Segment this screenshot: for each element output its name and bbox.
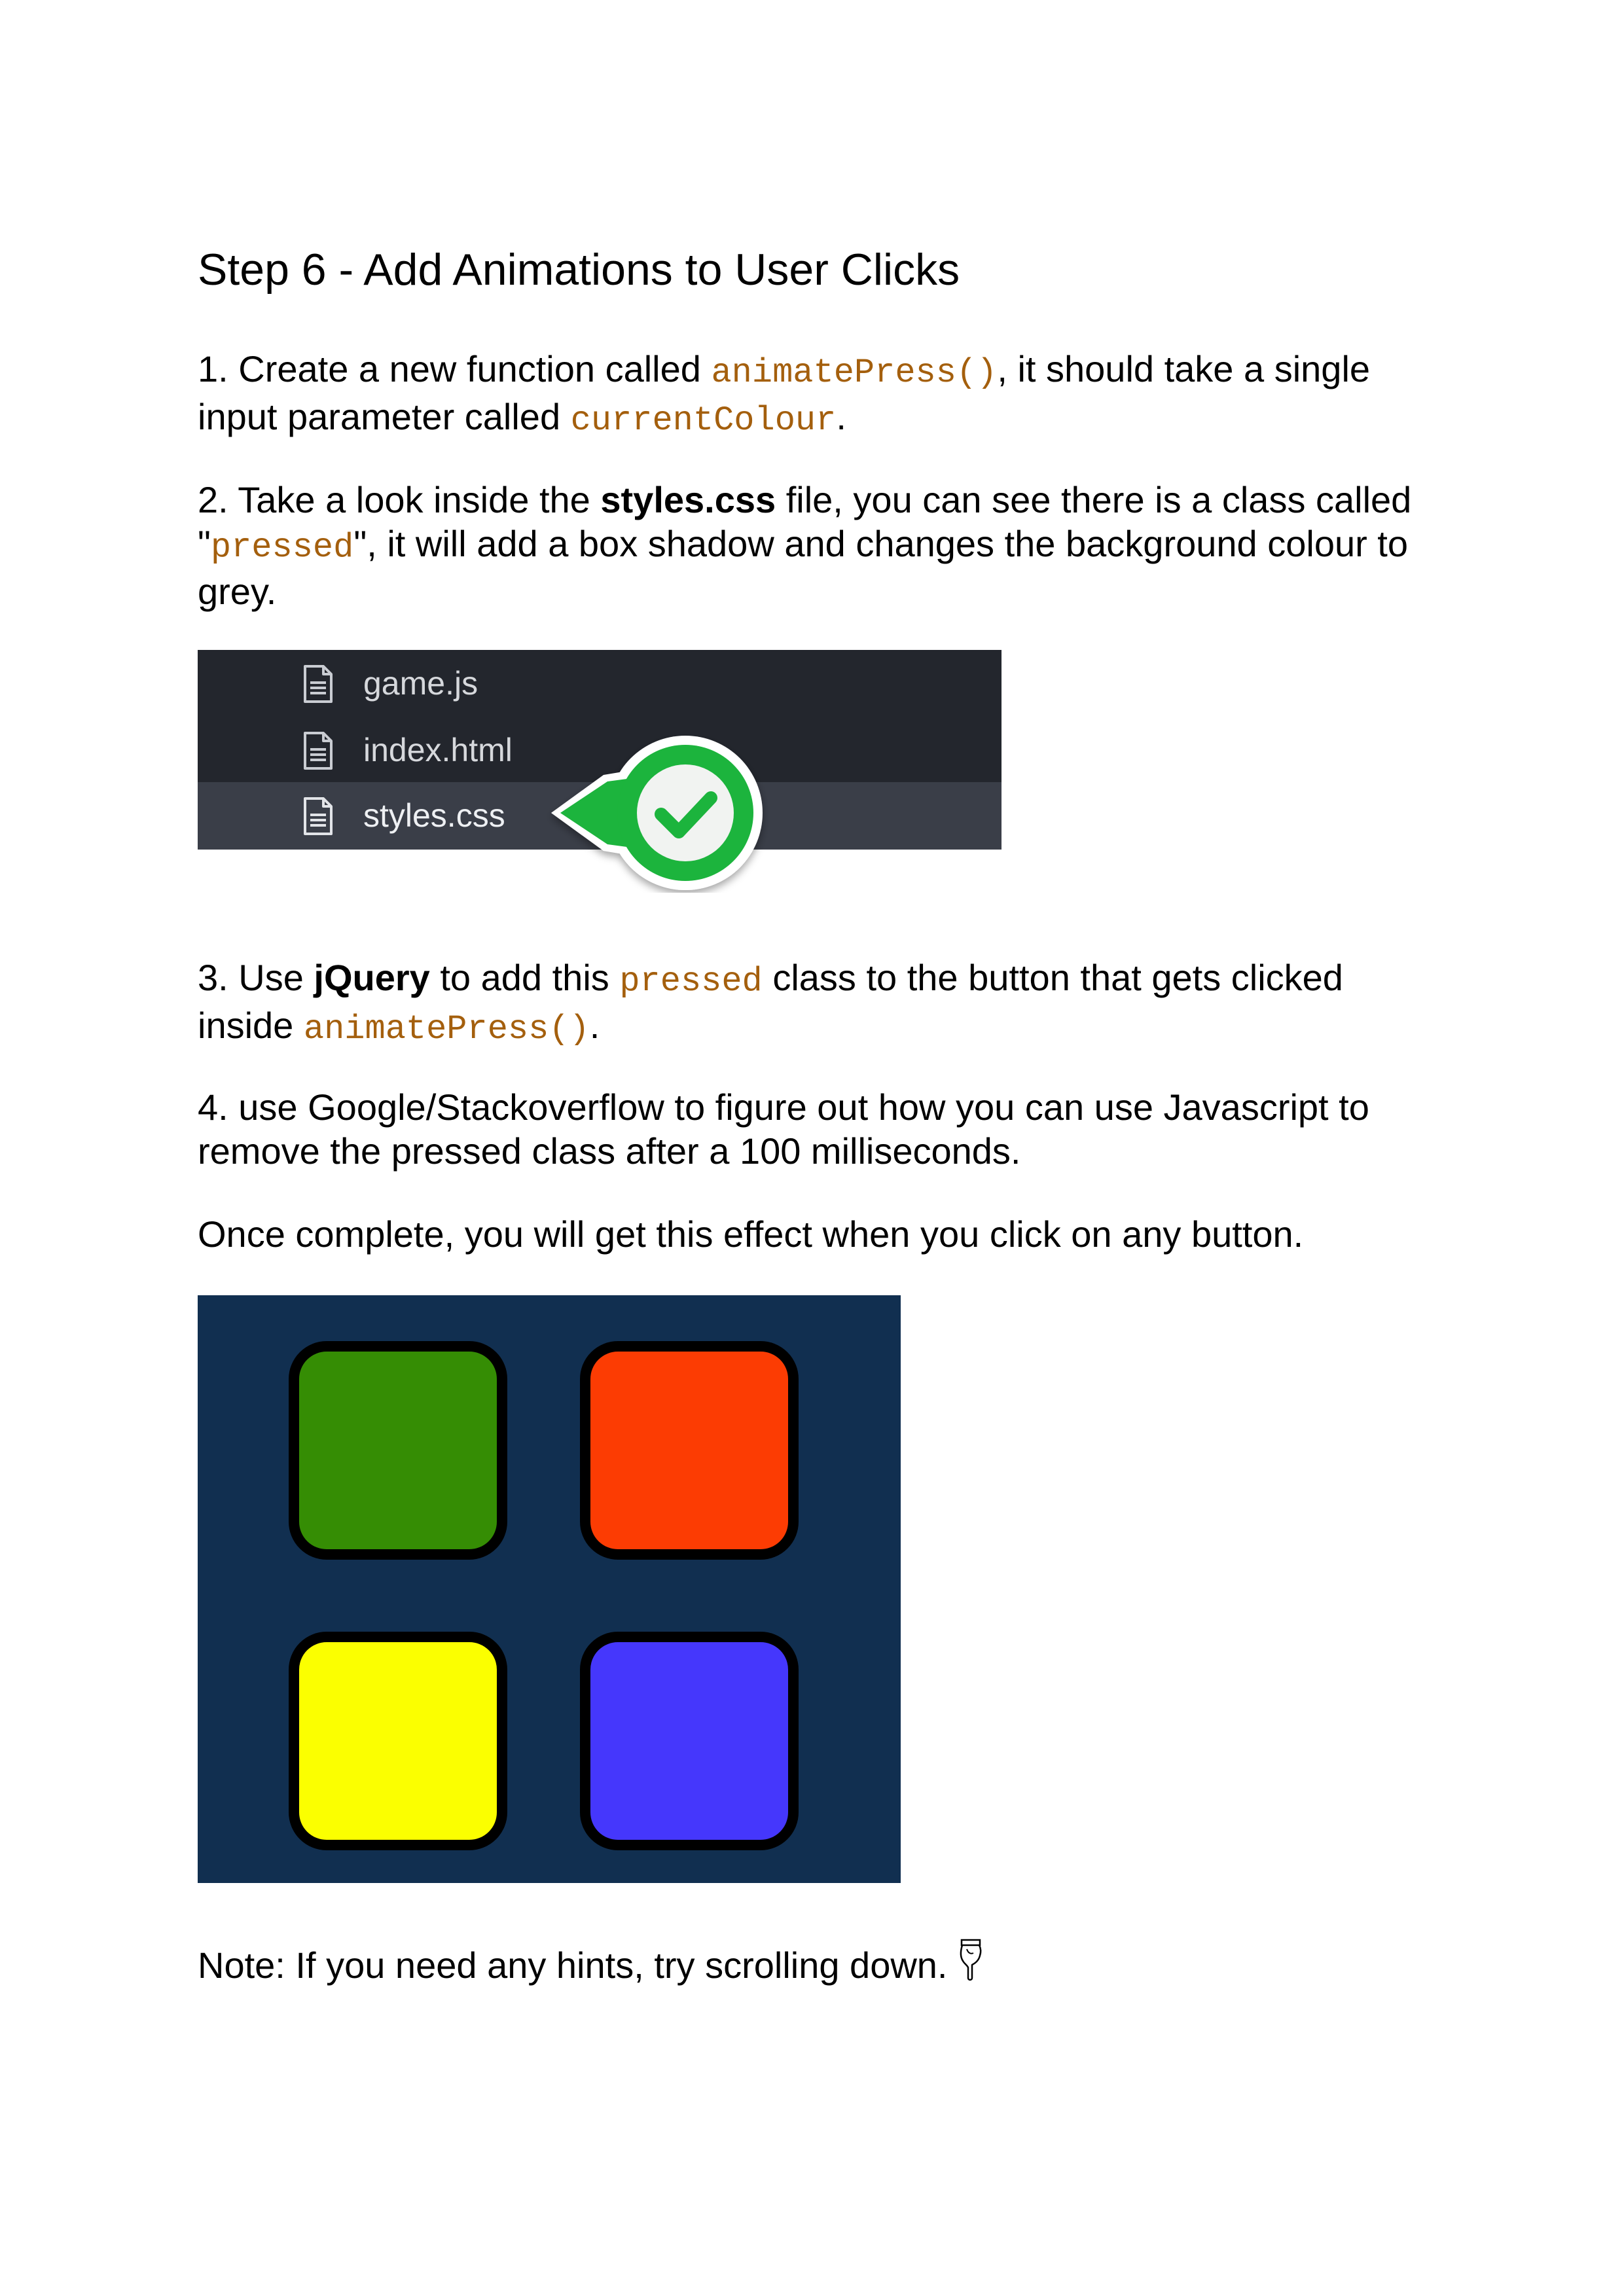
file-icon [304,665,333,703]
step-2-line-1: 2. Take a look inside the styles.css fil… [198,478,1411,522]
step-2: 2. Take a look inside the styles.css fil… [198,478,1411,613]
pointing-down-hand-icon [960,1939,982,1981]
step-1-text: . [836,396,846,437]
step-4-line-2: remove the pressed class after a 100 mil… [198,1130,1021,1172]
note-text: Note: If you need any hints, try scrolli… [198,1945,948,1986]
code-animate-press: animatePress() [303,1010,590,1049]
step-3-text: to add this [429,957,620,998]
bold-styles-css: styles.css [600,479,776,520]
bold-jquery: jQuery [314,957,430,998]
red-button [580,1341,799,1560]
step-3-text: . [589,1005,600,1046]
blue-button [580,1632,799,1850]
step-3-line-2: inside animatePress(). [198,1003,1343,1051]
page-title: Step 6 - Add Animations to User Clicks [198,245,960,295]
game-board-image [198,1295,901,1883]
file-name: index.html [363,732,513,768]
step-3-text: 3. Use [198,957,314,998]
file-icon [304,797,333,835]
step-1-text: , it should take a single [997,348,1371,389]
note: Note: If you need any hints, try scrolli… [198,1937,985,1987]
step-2-text: file, you can see there is a class calle… [776,479,1412,520]
file-name: styles.css [363,797,505,834]
code-pressed: pressed [619,962,763,1001]
step-4: 4. use Google/Stackoverflow to figure ou… [198,1085,1369,1173]
step-2-line-3: grey. [198,571,277,612]
code-current-colour: currentColour [570,401,837,440]
code-animate-press: animatePress() [711,353,998,392]
checkmark-icon [551,736,763,890]
green-button [289,1341,507,1560]
once-complete-text: Once complete, you will get this effect … [198,1213,1304,1255]
step-3-text: class to the button that gets clicked [762,957,1343,998]
step-1: 1. Create a new function called animateP… [198,347,1370,442]
step-3: 3. Use jQuery to add this pressed class … [198,956,1343,1051]
step-1-text: 1. Create a new function called [198,348,712,389]
step-3-text: inside [198,1005,304,1046]
step-4-line-1: 4. use Google/Stackoverflow to figure ou… [198,1086,1369,1128]
code-pressed: pressed [210,528,354,567]
step-3-line-1: 3. Use jQuery to add this pressed class … [198,956,1343,1003]
file-icon [304,732,333,770]
step-2-line-2: "pressed", it will add a box shadow and … [198,522,1411,569]
step-2-text: 2. Take a look inside the [198,479,601,520]
step-2-text: " [198,523,211,564]
step-1-line-1: 1. Create a new function called animateP… [198,347,1370,395]
file-row-game-js: game.js [198,650,1001,717]
yellow-button [289,1632,507,1850]
step-1-text: input parameter called [198,396,571,437]
file-name: game.js [363,665,478,702]
step-2-text: ", it will add a box shadow and changes … [353,523,1409,564]
step-1-line-2: input parameter called currentColour. [198,395,1370,442]
